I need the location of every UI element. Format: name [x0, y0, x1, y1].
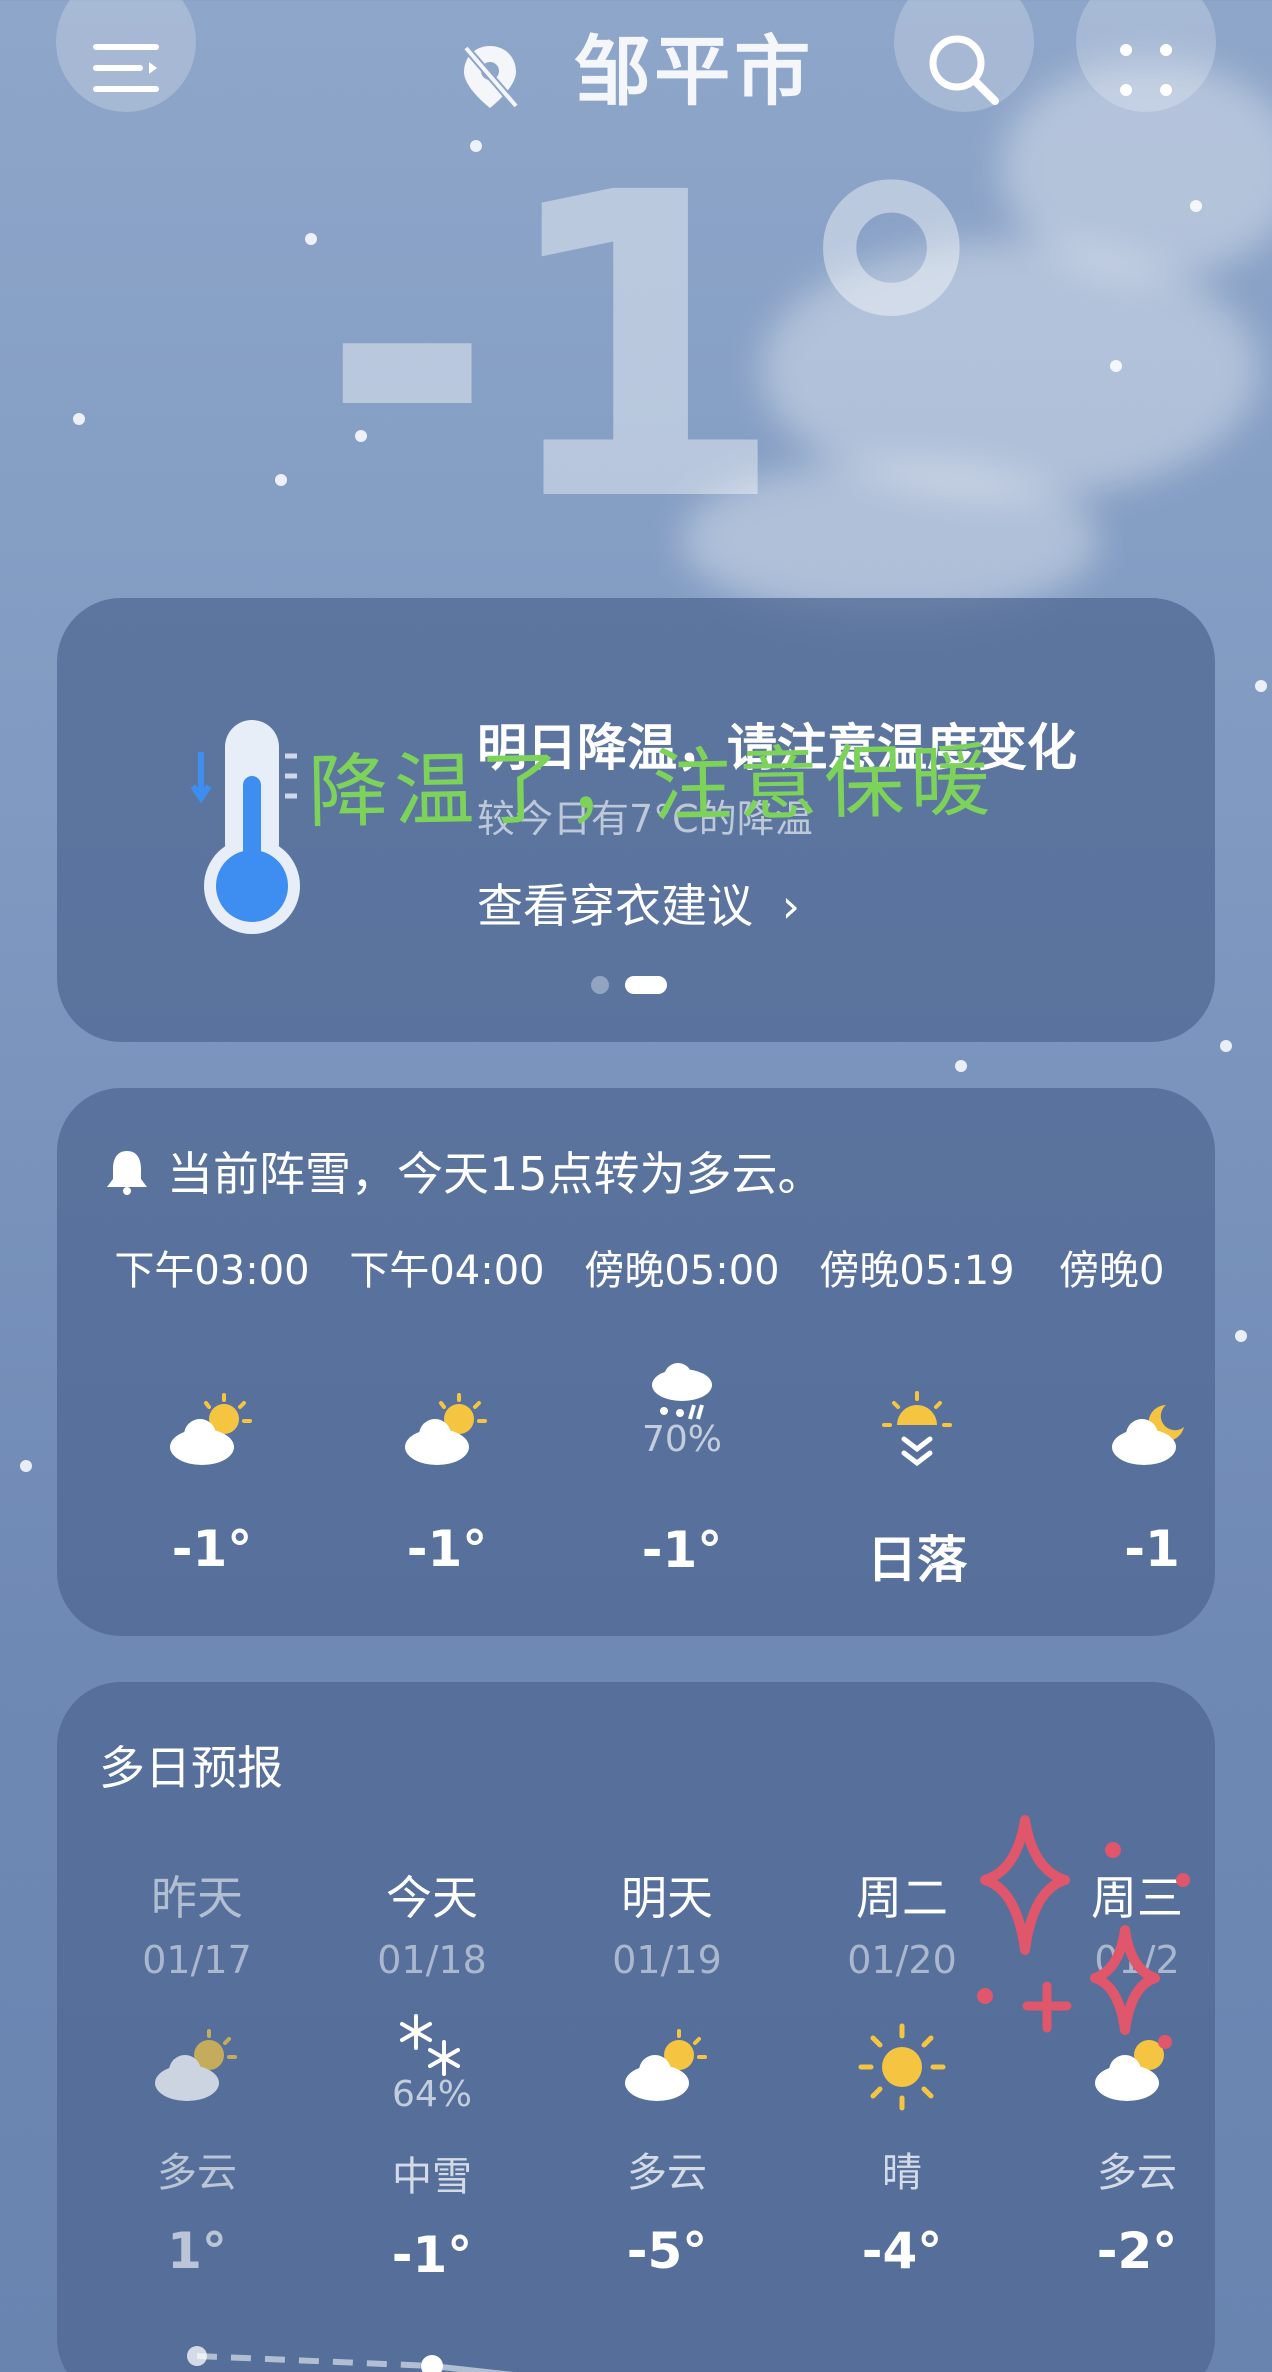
carousel-indicator: [591, 976, 667, 994]
day-date: 01/17: [142, 1938, 252, 1982]
hour-time: 下午03:00: [114, 1248, 310, 1294]
day-condition: 多云: [627, 2150, 707, 2196]
temperature-trend-line: [187, 2346, 514, 2372]
hourly-summary: 当前阵雪，今天15点转为多云。: [105, 1138, 824, 1204]
chevron-right-icon: ›: [781, 879, 801, 933]
day-name: 今天: [386, 1871, 478, 1925]
hour-time: 傍晚0: [1059, 1248, 1165, 1294]
current-temperature: -1°: [320, 105, 997, 594]
hourly-scroll[interactable]: 下午03:00 -1° 下午04:00 -1° 傍晚05:00 70% -1° …: [97, 1238, 1227, 1618]
partly-cloudy-icon: [405, 1393, 487, 1465]
snowflake-icon: [400, 2014, 460, 2076]
city-title[interactable]: 邹平市: [0, 10, 1272, 120]
sunset-icon: [882, 1391, 952, 1467]
hourly-summary-text: 当前阵雪，今天15点转为多云。: [167, 1147, 824, 1201]
hour-item: 下午03:00 -1°: [97, 1238, 327, 1578]
hour-temperature: 日落: [867, 1531, 967, 1589]
hour-precipitation: 70%: [641, 1419, 722, 1460]
hour-temperature: -1°: [406, 1520, 488, 1578]
clothing-advice-link[interactable]: 查看穿衣建议 ›: [477, 870, 800, 936]
day-precipitation: 64%: [391, 2074, 472, 2115]
hour-item: 傍晚05:00 70% -1°: [567, 1238, 797, 1579]
day-temperature: -2°: [1096, 2222, 1178, 2280]
hour-temperature: -1°: [171, 1520, 253, 1578]
partly-cloudy-icon: [155, 2029, 237, 2101]
hour-item: 下午04:00 -1°: [332, 1238, 562, 1578]
day-temperature: -1°: [391, 2226, 473, 2284]
snowflake-particle: [1255, 680, 1267, 692]
day-item[interactable]: 今天 01/18 64% 中雪 -1°: [322, 1862, 542, 2284]
hour-time: 傍晚05:00: [584, 1248, 780, 1294]
day-condition: 晴: [882, 2150, 922, 2196]
city-name: 邹平市: [574, 27, 815, 116]
day-temperature: -5°: [626, 2222, 708, 2280]
day-condition: 中雪: [392, 2154, 472, 2200]
handwritten-annotation: 降温了，注意保暖: [307, 734, 997, 839]
day-condition: 多云: [157, 2150, 237, 2196]
snowflake-particle: [275, 474, 287, 486]
day-date: 01/18: [377, 1938, 487, 1982]
moon-cloud-icon: [1112, 1405, 1184, 1465]
snowflake-particle: [73, 413, 85, 425]
day-temperature: -4°: [861, 2222, 943, 2280]
hour-temperature: -1: [1124, 1520, 1180, 1578]
day-date: 01/19: [612, 1938, 722, 1982]
snowflake-particle: [1220, 1040, 1232, 1052]
daily-forecast-title: 多日预报: [99, 1741, 283, 1795]
day-item[interactable]: 昨天 01/17 多云 1°: [87, 1862, 307, 2280]
day-name: 明天: [621, 1871, 713, 1925]
bell-icon: [107, 1151, 147, 1195]
hour-item: 傍晚05:19 日落: [802, 1238, 1032, 1592]
sun-icon: [858, 2023, 946, 2111]
snowflake-particle: [1110, 360, 1122, 372]
snowflake-particle: [305, 233, 317, 245]
hour-time: 下午04:00: [349, 1248, 545, 1294]
day-temperature: 1°: [167, 2222, 227, 2280]
hourly-forecast-card[interactable]: 当前阵雪，今天15点转为多云。 下午03:00 -1° 下午04:00 -1° …: [57, 1088, 1215, 1636]
day-condition: 多云: [1097, 2150, 1177, 2196]
hour-time: 傍晚05:19: [819, 1248, 1015, 1294]
snowflake-particle: [20, 1460, 32, 1472]
hour-item: 傍晚0 -1: [1037, 1238, 1227, 1578]
day-name: 昨天: [151, 1871, 243, 1925]
sparkle-doodle: [977, 1815, 1190, 2049]
carousel-dot[interactable]: [591, 976, 609, 994]
partly-cloudy-icon: [625, 2029, 707, 2101]
carousel-dot-active[interactable]: [625, 976, 667, 994]
location-off-icon: [462, 45, 519, 109]
hour-temperature: -1°: [641, 1521, 723, 1579]
clothing-advice-label: 查看穿衣建议: [477, 879, 753, 933]
day-item[interactable]: 明天 01/19 多云 -5°: [557, 1862, 777, 2280]
snow-cloud-icon: [652, 1363, 712, 1420]
thermometer-icon: [190, 720, 300, 934]
snowflake-particle: [955, 1060, 967, 1072]
partly-cloudy-icon: [170, 1393, 252, 1465]
snowflake-particle: [1235, 1330, 1247, 1342]
snowflake-particle: [1190, 200, 1202, 212]
